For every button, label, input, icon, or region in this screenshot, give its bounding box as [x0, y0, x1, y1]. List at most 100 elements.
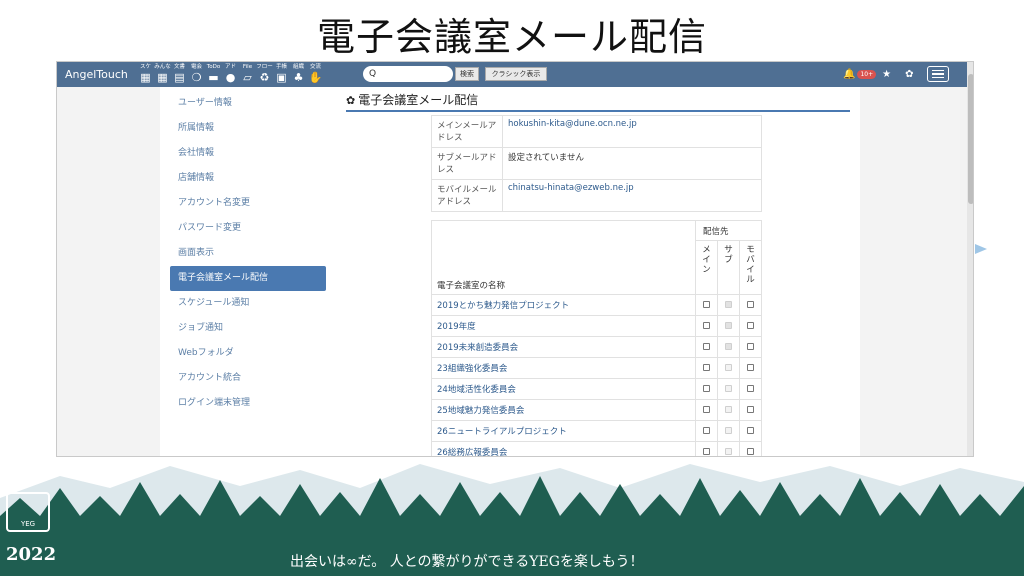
mobile-delivery-checkbox[interactable]	[747, 448, 754, 455]
main-delivery-checkbox[interactable]	[703, 343, 710, 350]
sidebar-item[interactable]: 店舗情報	[170, 166, 326, 191]
sidebar-item[interactable]: アカウント名変更	[170, 191, 326, 216]
mobile-delivery-checkbox[interactable]	[747, 364, 754, 371]
recycle-icon: ♻	[259, 71, 270, 84]
nav-app-label: 組織	[292, 64, 304, 70]
checkbox-cell	[695, 294, 718, 316]
nav-app-recycle[interactable]: フロー ♻	[256, 63, 273, 86]
calendar-group-icon: ▦	[157, 71, 168, 84]
checkbox-cell	[695, 315, 718, 337]
nav-app-calendar[interactable]: スケ ▦	[137, 63, 154, 86]
main-delivery-checkbox[interactable]	[703, 301, 710, 308]
checkbox-cell	[739, 357, 762, 379]
mobile-delivery-checkbox[interactable]	[747, 343, 754, 350]
scrollbar-thumb[interactable]	[968, 74, 973, 204]
conference-room-name[interactable]: 26ニュートライアルプロジェクト	[431, 420, 696, 442]
gear-icon: ✿	[346, 94, 356, 107]
sidebar-item[interactable]: 会社情報	[170, 141, 326, 166]
sidebar-item[interactable]: ログイン端末管理	[170, 391, 326, 416]
address-value[interactable]: chinatsu-hinata@ezweb.ne.jp	[502, 179, 762, 212]
address-label: サブメールアドレス	[431, 147, 503, 180]
nav-app-person[interactable]: アド ●	[222, 63, 239, 86]
person-icon: ●	[225, 71, 236, 84]
sub-delivery-checkbox	[725, 364, 732, 371]
sidebar-item[interactable]: アカウント統合	[170, 366, 326, 391]
checkbox-cell	[695, 357, 718, 379]
vertical-scrollbar[interactable]	[967, 62, 973, 456]
star-icon[interactable]: ★	[882, 69, 891, 80]
sidebar-item[interactable]: 画面表示	[170, 241, 326, 266]
page-title: ✿ 電子会議室メール配信	[346, 91, 850, 112]
handshake-icon: ✋	[308, 71, 323, 84]
mobile-delivery-checkbox[interactable]	[747, 385, 754, 392]
mobile-delivery-checkbox[interactable]	[747, 322, 754, 329]
hamburger-menu-button[interactable]	[927, 66, 950, 82]
column-header-name: 電子会議室の名称	[431, 220, 696, 295]
address-value[interactable]: hokushin-kita@dune.ocn.ne.jp	[502, 115, 762, 148]
nav-app-folder[interactable]: File ▱	[239, 63, 256, 86]
nav-app-calendar-group[interactable]: みんな ▦	[154, 63, 171, 86]
nav-app-label: みんな	[154, 64, 171, 70]
sidebar-item[interactable]: ジョブ通知	[170, 316, 326, 341]
nav-app-label: File	[242, 64, 253, 70]
sidebar-item[interactable]: Webフォルダ	[170, 341, 326, 366]
mobile-delivery-checkbox[interactable]	[747, 301, 754, 308]
conference-room-name[interactable]: 26総務広報委員会	[431, 441, 696, 456]
nav-app-handshake[interactable]: 交流 ✋	[307, 63, 324, 86]
address-value: 設定されていません	[502, 147, 762, 180]
search-input[interactable]: Q	[363, 66, 453, 82]
menu-line	[932, 76, 945, 79]
sub-delivery-checkbox	[725, 301, 732, 308]
nav-app-document[interactable]: 文書 ▤	[171, 63, 188, 86]
checkbox-cell	[717, 294, 740, 316]
nav-app-org-chart[interactable]: 組織 ♣	[290, 63, 307, 86]
nav-app-todo[interactable]: ToDo ▬	[205, 63, 222, 86]
address-row: メインメールアドレス hokushin-kita@dune.ocn.ne.jp	[431, 115, 762, 148]
mobile-delivery-checkbox[interactable]	[747, 406, 754, 413]
checkbox-cell	[717, 357, 740, 379]
checkbox-cell	[739, 378, 762, 400]
sidebar-item[interactable]: 所属情報	[170, 116, 326, 141]
checkbox-cell	[695, 378, 718, 400]
main-delivery-checkbox[interactable]	[703, 385, 710, 392]
nav-app-notebook[interactable]: 手帳 ▣	[273, 63, 290, 86]
table-row: 25地域魅力発信委員会	[431, 399, 762, 421]
folder-icon: ▱	[243, 71, 252, 84]
search-button[interactable]: 検索	[455, 67, 479, 81]
checkbox-cell	[739, 315, 762, 337]
address-label: メインメールアドレス	[431, 115, 503, 148]
main-delivery-checkbox[interactable]	[703, 406, 710, 413]
classic-view-button[interactable]: クラシック表示	[485, 67, 547, 81]
conference-room-name[interactable]: 2019年度	[431, 315, 696, 337]
sidebar-item[interactable]: 電子会議室メール配信	[170, 266, 326, 291]
table-header-row: 電子会議室の名称 配信先	[431, 220, 762, 295]
main-delivery-checkbox[interactable]	[703, 427, 710, 434]
conference-room-name[interactable]: 25地域魅力発信委員会	[431, 399, 696, 421]
mobile-delivery-checkbox[interactable]	[747, 427, 754, 434]
sub-delivery-checkbox	[725, 343, 732, 350]
checkbox-cell	[717, 399, 740, 421]
conference-room-name[interactable]: 2019とかち魅力発信プロジェクト	[431, 294, 696, 316]
main-delivery-checkbox[interactable]	[703, 448, 710, 455]
nav-app-chat[interactable]: 電会 ❍	[188, 63, 205, 86]
footer-tagline: 出会いは∞だ。 人との繋がりができるYEGを楽しもう！	[290, 554, 644, 570]
brand-logo[interactable]: AngelTouch	[65, 68, 128, 81]
sidebar-item[interactable]: スケジュール通知	[170, 291, 326, 316]
main-delivery-checkbox[interactable]	[703, 322, 710, 329]
gear-icon[interactable]: ✿	[905, 69, 913, 80]
checkbox-cell	[717, 315, 740, 337]
table-row: 2019とかち魅力発信プロジェクト	[431, 294, 762, 316]
sidebar-item[interactable]: パスワード変更	[170, 216, 326, 241]
conference-room-name[interactable]: 24地域活性化委員会	[431, 378, 696, 400]
sidebar-item[interactable]: ユーザー情報	[170, 91, 326, 116]
main-delivery-checkbox[interactable]	[703, 364, 710, 371]
conference-room-name[interactable]: 23組織強化委員会	[431, 357, 696, 379]
conference-room-name[interactable]: 2019未来創造委員会	[431, 336, 696, 358]
table-row: 2019年度	[431, 315, 762, 337]
main-content: ✿ 電子会議室メール配信 メインメールアドレス hokushin-kita@dune…	[346, 91, 850, 456]
menu-line	[932, 69, 945, 72]
slide-title: 電子会議室メール配信	[316, 15, 707, 59]
settings-sidebar: ユーザー情報 所属情報 会社情報 店舗情報 アカウント名変更 パスワード変更 画面表示 電子会…	[170, 91, 326, 416]
bell-icon[interactable]: 🔔	[843, 69, 855, 80]
table-row: 23組織強化委員会	[431, 357, 762, 379]
